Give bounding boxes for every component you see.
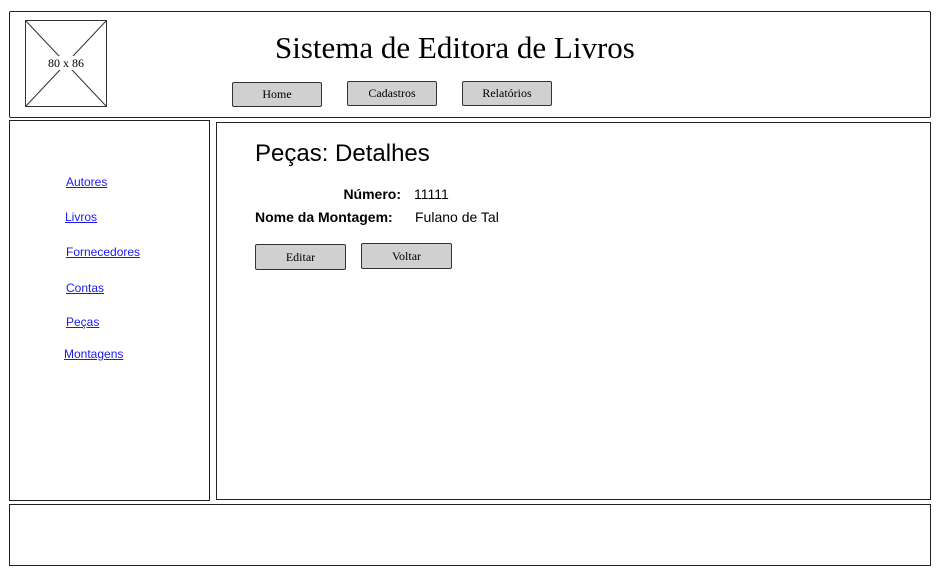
site-title: Sistema de Editora de Livros (275, 30, 635, 65)
numero-value: 11111 (414, 186, 449, 202)
sidebar-item-pecas[interactable]: Peças (66, 315, 99, 329)
sidebar-item-autores[interactable]: Autores (66, 175, 107, 189)
sidebar-item-fornecedores[interactable]: Fornecedores (66, 245, 140, 259)
nome-montagem-label: Nome da Montagem: (255, 209, 393, 225)
nav-cadastros-button[interactable]: Cadastros (347, 81, 437, 106)
editar-button[interactable]: Editar (255, 244, 346, 270)
main-content (216, 122, 931, 500)
sidebar-item-contas[interactable]: Contas (66, 281, 104, 295)
sidebar-item-montagens[interactable]: Montagens (64, 347, 123, 361)
page-title: Peças: Detalhes (255, 140, 430, 167)
nav-home-button[interactable]: Home (232, 82, 322, 107)
numero-label: Número: (343, 186, 401, 202)
nome-montagem-value: Fulano de Tal (415, 209, 499, 225)
logo-size-label: 80 x 86 (47, 56, 85, 70)
sidebar-item-livros[interactable]: Livros (65, 210, 97, 224)
logo-placeholder: 80 x 86 (25, 20, 107, 107)
nav-relatorios-button[interactable]: Relatórios (462, 81, 552, 106)
voltar-button[interactable]: Voltar (361, 243, 452, 269)
footer (9, 504, 931, 566)
sidebar (9, 120, 210, 501)
